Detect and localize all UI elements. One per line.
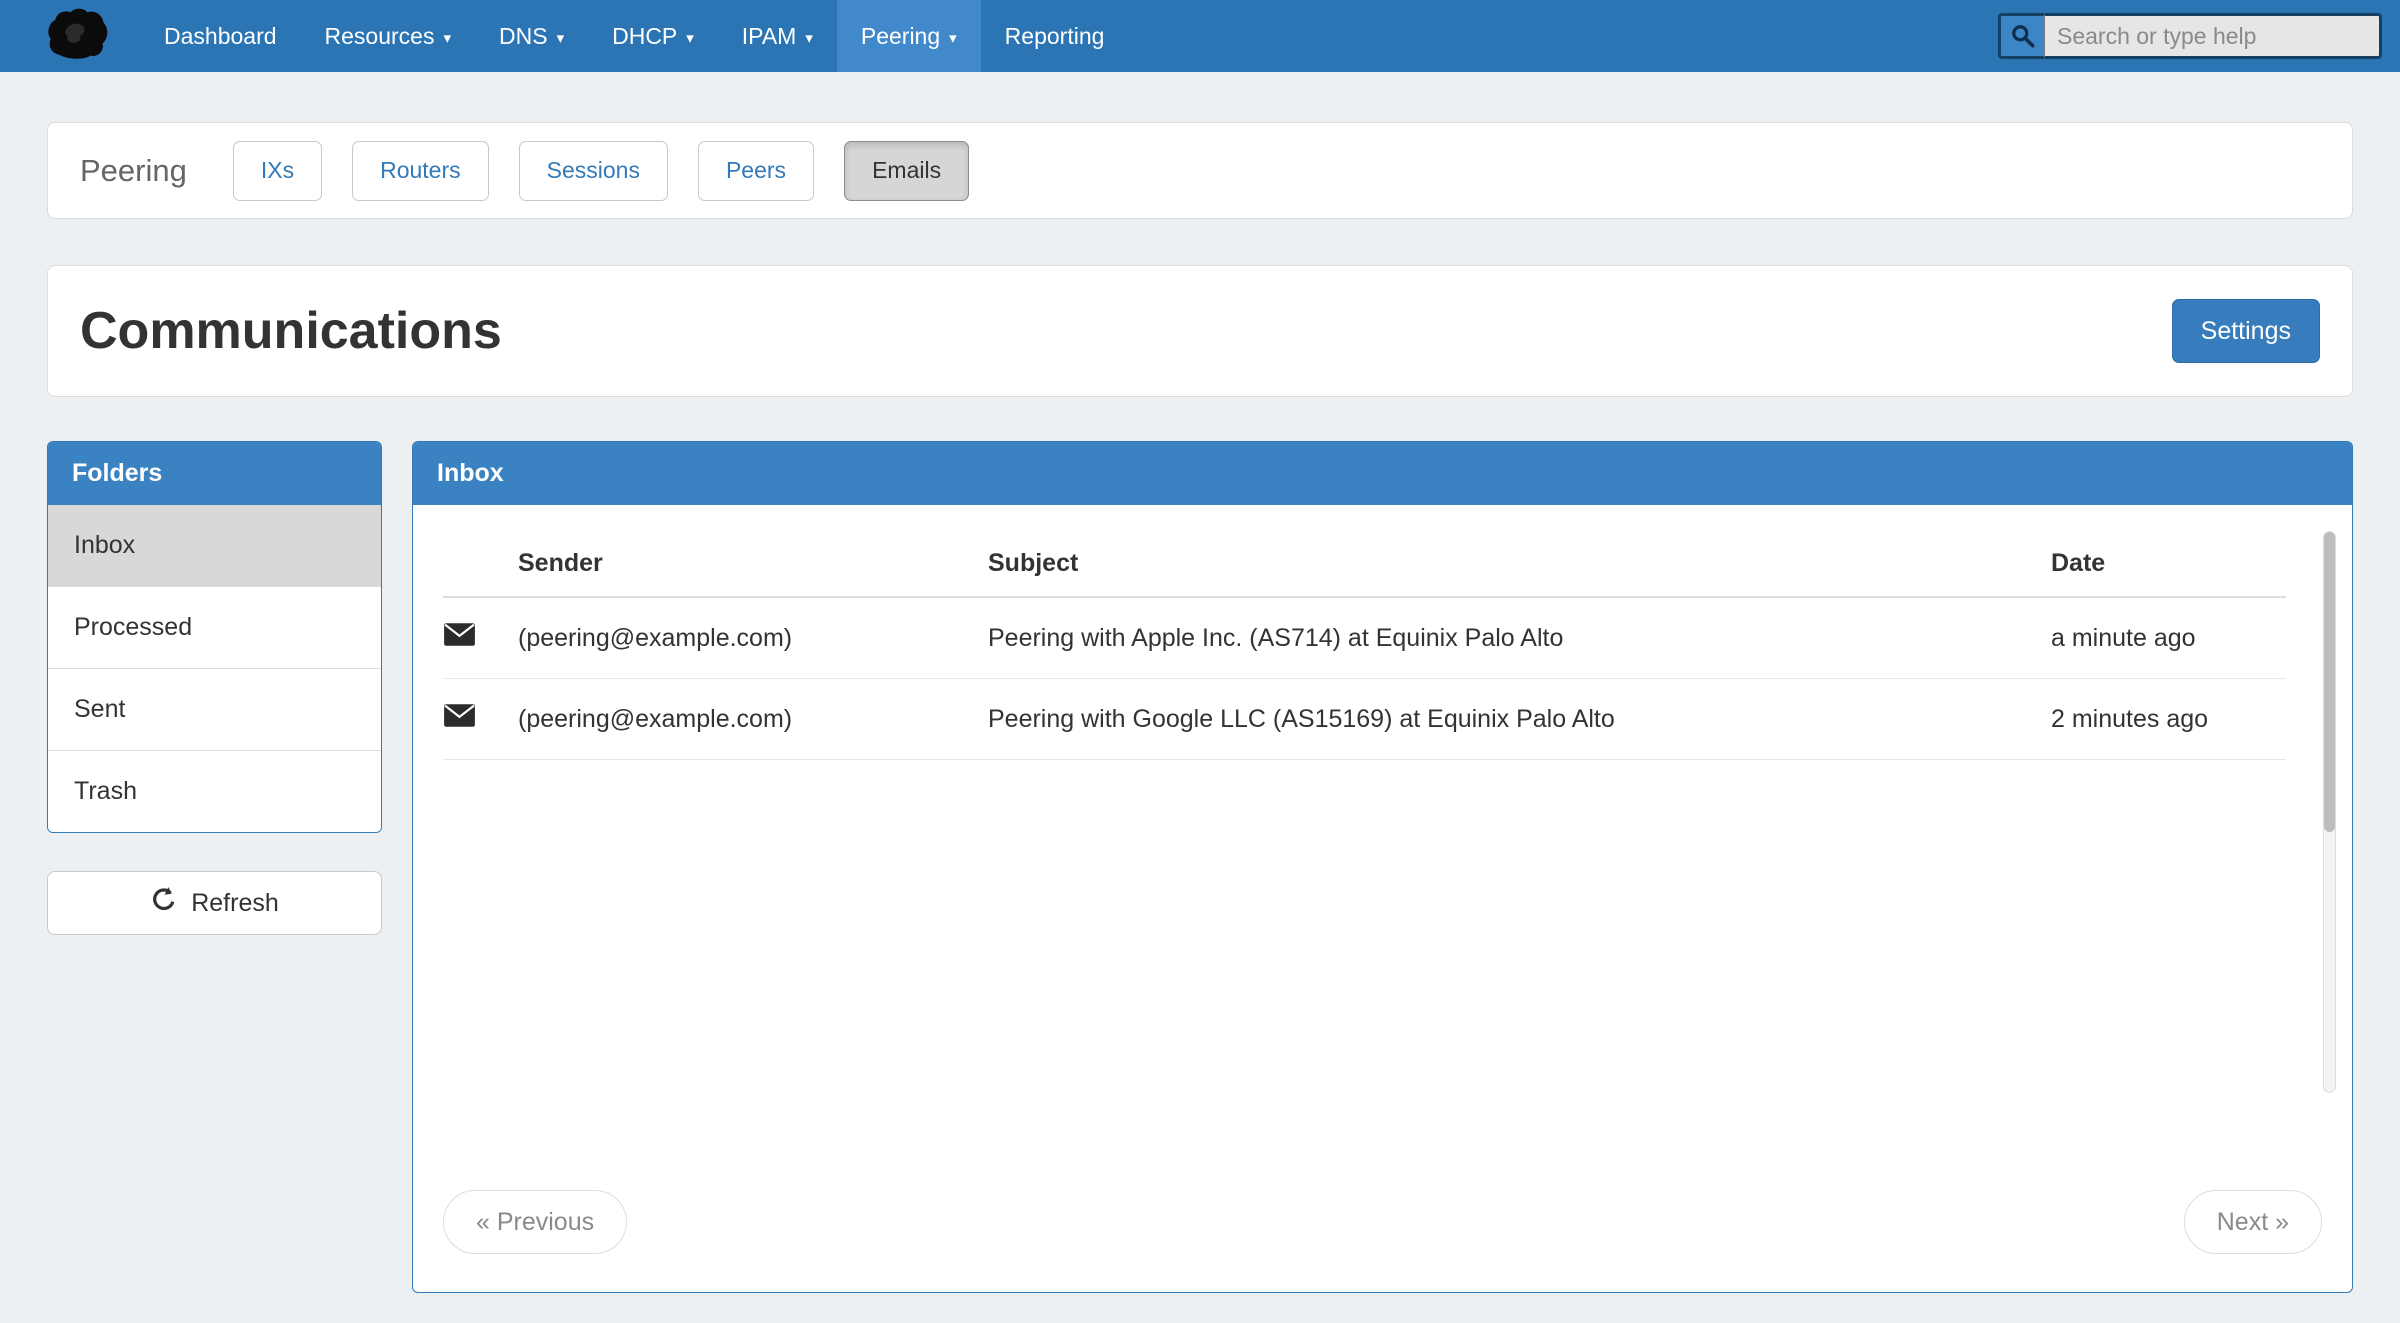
nav-item-reporting[interactable]: Reporting bbox=[981, 0, 1129, 72]
email-subject[interactable]: Peering with Google LLC (AS15169) at Equ… bbox=[988, 679, 2051, 760]
next-page-button[interactable]: Next » bbox=[2184, 1190, 2322, 1254]
email-sender: (peering@example.com) bbox=[518, 597, 988, 679]
folders-column: Folders Inbox Processed Sent Trash Refre… bbox=[47, 441, 382, 935]
chevron-down-icon: ▾ bbox=[805, 29, 813, 47]
navbar-spacer bbox=[1128, 0, 1998, 72]
pagination: « Previous Next » bbox=[443, 1190, 2322, 1292]
ixs-button[interactable]: IXs bbox=[233, 141, 322, 201]
settings-button[interactable]: Settings bbox=[2172, 299, 2320, 363]
nav-item-dhcp[interactable]: DHCP ▾ bbox=[588, 0, 718, 72]
email-table-header-row: Sender Subject Date bbox=[443, 533, 2286, 597]
folders-panel: Folders Inbox Processed Sent Trash bbox=[47, 441, 382, 833]
col-header-subject: Subject bbox=[988, 533, 2051, 597]
peering-toolbar: Peering IXs Routers Sessions Peers Email… bbox=[47, 122, 2353, 219]
inbox-panel-header: Inbox bbox=[413, 442, 2352, 505]
nav-item-peering[interactable]: Peering ▾ bbox=[837, 0, 981, 72]
nav-item-label: IPAM bbox=[742, 23, 797, 50]
email-date: a minute ago bbox=[2051, 597, 2286, 679]
email-subject[interactable]: Peering with Apple Inc. (AS714) at Equin… bbox=[988, 597, 2051, 679]
refresh-button[interactable]: Refresh bbox=[47, 871, 382, 935]
nav-item-label: Resources bbox=[325, 23, 435, 50]
gorilla-logo-icon bbox=[46, 7, 112, 66]
page-title: Communications bbox=[80, 301, 502, 361]
col-header-date: Date bbox=[2051, 533, 2286, 597]
folder-item-sent[interactable]: Sent bbox=[48, 669, 381, 751]
app-logo[interactable] bbox=[46, 0, 112, 72]
emails-button[interactable]: Emails bbox=[844, 141, 969, 201]
folders-panel-header: Folders bbox=[48, 442, 381, 505]
email-date: 2 minutes ago bbox=[2051, 679, 2286, 760]
col-header-sender: Sender bbox=[518, 533, 988, 597]
nav-item-label: DNS bbox=[499, 23, 548, 50]
main-nav: Dashboard Resources ▾ DNS ▾ DHCP ▾ IPAM … bbox=[140, 0, 1128, 72]
top-navbar: Dashboard Resources ▾ DNS ▾ DHCP ▾ IPAM … bbox=[0, 0, 2400, 72]
previous-page-button[interactable]: « Previous bbox=[443, 1190, 627, 1254]
nav-item-label: Dashboard bbox=[164, 23, 277, 50]
chevron-down-icon: ▾ bbox=[443, 29, 451, 47]
email-row[interactable]: (peering@example.com) Peering with Apple… bbox=[443, 597, 2286, 679]
col-header-icon bbox=[443, 533, 518, 597]
scrollbar-thumb[interactable] bbox=[2324, 532, 2335, 832]
nav-item-resources[interactable]: Resources ▾ bbox=[301, 0, 475, 72]
folder-item-inbox[interactable]: Inbox bbox=[48, 505, 381, 587]
nav-item-dns[interactable]: DNS ▾ bbox=[475, 0, 588, 72]
peers-button[interactable]: Peers bbox=[698, 141, 814, 201]
inbox-panel: Inbox Sender Subject Date bbox=[412, 441, 2353, 1293]
email-sender: (peering@example.com) bbox=[518, 679, 988, 760]
chevron-down-icon: ▾ bbox=[949, 29, 957, 47]
inbox-body: Sender Subject Date bbox=[413, 505, 2352, 1292]
global-search bbox=[1998, 13, 2382, 59]
refresh-button-label: Refresh bbox=[191, 889, 279, 918]
chevron-down-icon: ▾ bbox=[686, 29, 694, 47]
nav-item-ipam[interactable]: IPAM ▾ bbox=[718, 0, 837, 72]
main-content: Folders Inbox Processed Sent Trash Refre… bbox=[47, 441, 2353, 1293]
nav-item-dashboard[interactable]: Dashboard bbox=[140, 0, 301, 72]
folder-item-processed[interactable]: Processed bbox=[48, 587, 381, 669]
sessions-button[interactable]: Sessions bbox=[519, 141, 668, 201]
email-table: Sender Subject Date bbox=[443, 533, 2286, 760]
table-scrollbar[interactable] bbox=[2323, 531, 2336, 1093]
search-input[interactable] bbox=[2044, 13, 2382, 59]
envelope-icon bbox=[443, 703, 476, 728]
email-row[interactable]: (peering@example.com) Peering with Googl… bbox=[443, 679, 2286, 760]
nav-item-label: Reporting bbox=[1005, 23, 1105, 50]
email-table-wrap: Sender Subject Date bbox=[443, 533, 2322, 760]
refresh-icon bbox=[150, 886, 178, 921]
search-icon[interactable] bbox=[1998, 13, 2044, 59]
nav-item-label: DHCP bbox=[612, 23, 677, 50]
routers-button[interactable]: Routers bbox=[352, 141, 489, 201]
section-title: Peering bbox=[80, 153, 187, 189]
envelope-icon bbox=[443, 622, 476, 647]
page-header-card: Communications Settings bbox=[47, 265, 2353, 397]
folder-item-trash[interactable]: Trash bbox=[48, 751, 381, 832]
nav-item-label: Peering bbox=[861, 23, 940, 50]
chevron-down-icon: ▾ bbox=[557, 29, 565, 47]
